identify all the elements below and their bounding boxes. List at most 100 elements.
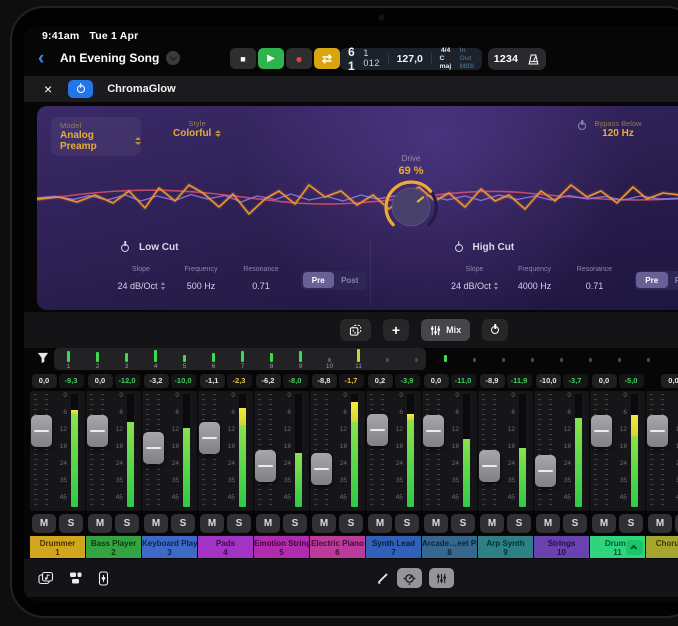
channel-name-tab[interactable]: Strings 10: [534, 536, 589, 558]
resonance-control[interactable]: Resonance 0.71: [567, 266, 623, 294]
plugin-power-button[interactable]: [68, 80, 93, 98]
filter-button[interactable]: [32, 350, 54, 368]
model-selector[interactable]: Model Analog Preamp: [51, 117, 141, 156]
channel-volume-value[interactable]: -1,1: [200, 374, 225, 388]
cycle-button[interactable]: ⇄: [314, 48, 340, 69]
nav-meter[interactable]: [634, 348, 663, 370]
channel-peak-value[interactable]: -2,3: [227, 374, 252, 388]
chevron-down-icon[interactable]: [166, 51, 180, 65]
channel-peak-value[interactable]: -8,0: [283, 374, 308, 388]
collapse-stack-button[interactable]: [626, 540, 643, 555]
nav-meter[interactable]: [547, 348, 576, 370]
channel-volume-value[interactable]: 0,0: [88, 374, 113, 388]
back-button[interactable]: ‹: [38, 49, 44, 69]
fader-handle[interactable]: [199, 422, 220, 454]
channel-name-tab[interactable]: Arcade…eet Pad 8: [422, 536, 477, 558]
post-button[interactable]: Post: [334, 272, 366, 288]
lcd-display[interactable]: 6 1 1 012 127,0 4/4 C maj In Out MIDI: [340, 48, 482, 70]
solo-button[interactable]: S: [59, 514, 83, 533]
mute-button[interactable]: M: [144, 514, 168, 533]
close-icon[interactable]: ×: [44, 82, 52, 96]
pre-button[interactable]: Pre: [303, 272, 335, 288]
mute-button[interactable]: M: [32, 514, 56, 533]
channel-peak-value[interactable]: -11,0: [451, 374, 476, 388]
channel-volume-value[interactable]: -10,0: [536, 374, 561, 388]
solo-button[interactable]: S: [395, 514, 419, 533]
slope-control[interactable]: Slope 24 dB/Oct: [113, 266, 169, 294]
frequency-control[interactable]: Frequency 500 Hz: [173, 266, 229, 294]
nav-meter[interactable]: [373, 348, 402, 370]
mixer-navigator[interactable]: 1 2 3 4 5: [24, 348, 678, 371]
post-button[interactable]: Post: [668, 272, 678, 288]
channel-name-tab[interactable]: Keyboard Player 3: [142, 536, 197, 558]
fader-track[interactable]: [594, 394, 608, 507]
nav-meter[interactable]: [402, 348, 431, 370]
channel-name-tab[interactable]: Drums 11: [590, 536, 645, 558]
channel-volume-value[interactable]: -8,8: [312, 374, 337, 388]
slope-control[interactable]: Slope 24 dB/Oct: [447, 266, 503, 294]
channel-peak-value[interactable]: -1,7: [339, 374, 364, 388]
mute-button[interactable]: M: [256, 514, 280, 533]
fader-track[interactable]: [370, 394, 384, 507]
nav-meter[interactable]: 1: [54, 348, 83, 370]
fader-track[interactable]: [34, 394, 48, 507]
solo-button[interactable]: S: [115, 514, 139, 533]
record-button[interactable]: ●: [286, 48, 312, 69]
channel-name-tab[interactable]: Electric Piano 6: [310, 536, 365, 558]
solo-button[interactable]: S: [619, 514, 643, 533]
solo-button[interactable]: S: [451, 514, 475, 533]
mix-button[interactable]: Mix: [421, 319, 470, 341]
channel-volume-value[interactable]: 0,0: [661, 374, 678, 388]
channel-volume-value[interactable]: -6,2: [256, 374, 281, 388]
add-track-button[interactable]: +: [383, 319, 409, 341]
bypass-control[interactable]: Bypass Below 120 Hz: [589, 119, 647, 139]
nav-meter[interactable]: 9: [286, 348, 315, 370]
nav-meter[interactable]: 2: [83, 348, 112, 370]
channel-peak-value[interactable]: -3,9: [395, 374, 420, 388]
channel-peak-value[interactable]: -11,9: [507, 374, 532, 388]
fader-track[interactable]: [314, 394, 328, 507]
channel-volume-value[interactable]: 0,0: [32, 374, 57, 388]
style-selector[interactable]: Style Colorful: [173, 119, 221, 139]
solo-button[interactable]: S: [171, 514, 195, 533]
browser-button[interactable]: [38, 571, 54, 586]
mute-button[interactable]: M: [536, 514, 560, 533]
channel-name-tab[interactable]: Chorus V: [646, 536, 678, 558]
stop-button[interactable]: ■: [230, 48, 256, 69]
mixer-power-button[interactable]: [482, 319, 508, 341]
channel-name-tab[interactable]: Synth Lead 7: [366, 536, 421, 558]
nav-meter[interactable]: 3: [112, 348, 141, 370]
channel-volume-value[interactable]: -3,2: [144, 374, 169, 388]
mute-button[interactable]: M: [592, 514, 616, 533]
channel-name-tab[interactable]: Emotion Strings 5: [254, 536, 309, 558]
nav-meter[interactable]: [518, 348, 547, 370]
channel-name-tab[interactable]: Bass Player 2: [86, 536, 141, 558]
plugins-button[interactable]: [68, 571, 83, 585]
channel-peak-value[interactable]: -5,0: [619, 374, 644, 388]
channel-peak-value[interactable]: -9,3: [59, 374, 84, 388]
mute-button[interactable]: M: [424, 514, 448, 533]
channel-volume-value[interactable]: 0,2: [368, 374, 393, 388]
nav-meter[interactable]: [576, 348, 605, 370]
nav-meter[interactable]: [489, 348, 518, 370]
count-in-button[interactable]: 1234: [494, 53, 519, 65]
nav-meter[interactable]: 10: [315, 348, 344, 370]
mute-button[interactable]: M: [648, 514, 672, 533]
low-cut-power-icon[interactable]: [121, 244, 129, 252]
channel-name-tab[interactable]: Pads 4: [198, 536, 253, 558]
solo-button[interactable]: S: [507, 514, 531, 533]
fader-handle[interactable]: [255, 450, 276, 482]
channel-peak-value[interactable]: -12,0: [115, 374, 140, 388]
channel-volume-value[interactable]: 0,0: [592, 374, 617, 388]
fader-handle[interactable]: [311, 453, 332, 485]
nav-meter[interactable]: [460, 348, 489, 370]
channel-name-tab[interactable]: Arp Synth 9: [478, 536, 533, 558]
nav-meter[interactable]: [431, 348, 460, 370]
fader-track[interactable]: [90, 394, 104, 507]
pre-button[interactable]: Pre: [636, 272, 668, 288]
mixer-view-button[interactable]: [429, 568, 454, 588]
fader-handle[interactable]: [479, 450, 500, 482]
channel-controls-button[interactable]: [97, 571, 110, 586]
fader-handle[interactable]: [647, 415, 668, 447]
channel-name-tab[interactable]: Drummer 1: [30, 536, 85, 558]
